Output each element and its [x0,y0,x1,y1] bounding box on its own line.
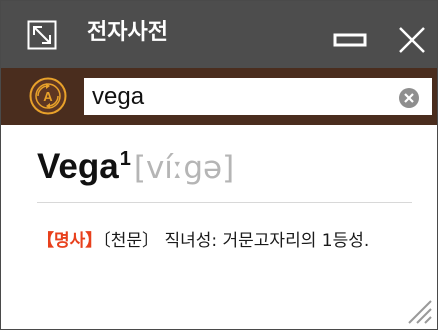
entry-panel: Vega1[víːgə] 【명사】〔천문〕 직녀성: 거문고자리의 1등성. [1,125,437,329]
headword-row: Vega1[víːgə] [37,145,234,195]
divider [37,202,412,203]
search-bar: A [1,68,437,125]
resize-grip-icon[interactable] [403,295,433,325]
clear-search-button[interactable] [398,87,420,109]
minimize-button[interactable] [333,23,369,53]
search-input[interactable] [84,78,432,115]
window-title: 전자사전 [87,20,168,45]
language-toggle-icon: A [29,77,67,115]
svg-text:A: A [43,89,53,104]
definition-text: 〔천문〕 직녀성: 거문고자리의 1등성. [102,231,370,251]
minimize-icon [333,33,367,47]
expand-icon[interactable] [27,20,57,50]
close-icon [399,27,425,53]
pronunciation: [víːgə] [133,150,235,186]
dictionary-window: 전자사전 A vega Vega1[víːgə] 【명사】〔천문〕 직녀성: 거… [0,0,438,330]
homograph-number: 1 [119,148,131,170]
title-bar: 전자사전 [1,1,437,68]
close-button[interactable] [395,23,429,57]
definition: 【명사】〔천문〕 직녀성: 거문고자리의 1등성. [37,229,412,254]
language-toggle-button[interactable]: A [29,77,67,115]
headword: Vega [37,147,119,186]
clear-icon [399,88,419,108]
part-of-speech: 【명사】 [37,231,103,251]
